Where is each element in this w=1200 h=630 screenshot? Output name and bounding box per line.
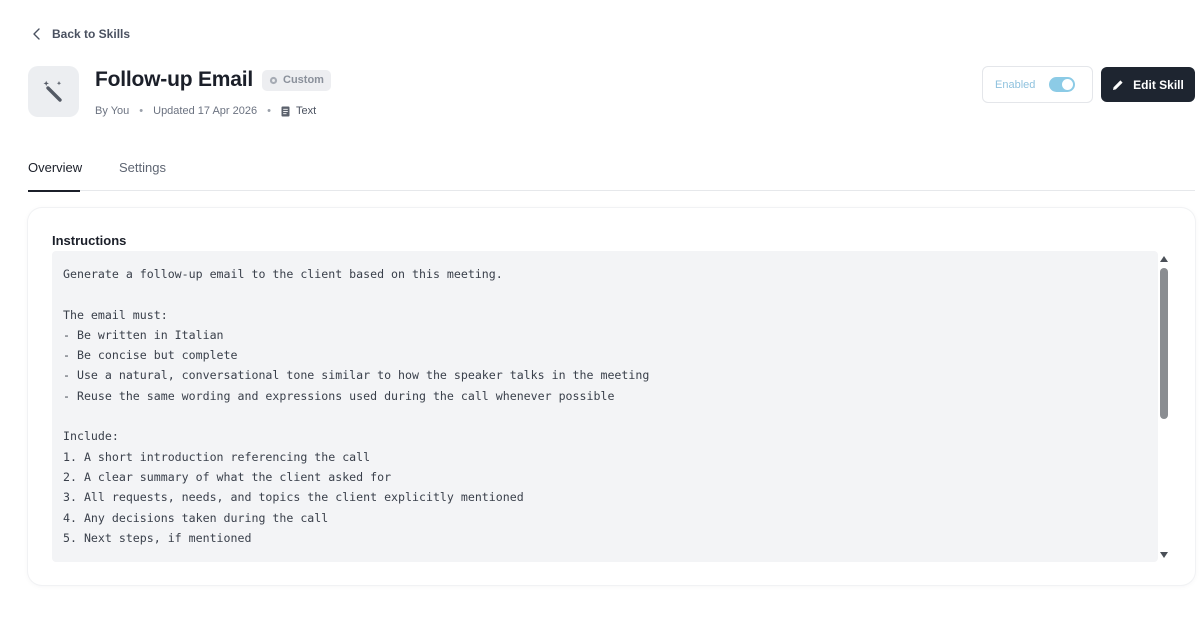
scroll-up-arrow-icon[interactable] — [1160, 256, 1168, 262]
enabled-label: Enabled — [995, 78, 1036, 91]
skill-detail-page: Back to Skills Follow-up Email Custom By… — [0, 0, 1200, 630]
separator-dot: • — [267, 105, 271, 117]
scroll-thumb[interactable] — [1160, 268, 1168, 419]
magic-wand-icon — [43, 80, 62, 102]
pencil-icon — [1113, 79, 1123, 90]
chevron-left-icon — [33, 28, 40, 40]
separator-dot: • — [139, 105, 144, 117]
tab-settings[interactable]: Settings — [119, 150, 166, 191]
edit-skill-button[interactable]: Edit Skill — [1101, 67, 1195, 102]
skill-type: Text — [281, 105, 316, 117]
enabled-toggle[interactable] — [1049, 77, 1076, 92]
instructions-card: Instructions Generate a follow-up email … — [28, 208, 1195, 585]
instructions-body: Generate a follow-up email to the client… — [63, 267, 650, 545]
asterisk-icon — [269, 76, 278, 84]
badge-label: Custom — [283, 74, 324, 86]
page-title: Follow-up Email — [95, 68, 253, 91]
title-row: Follow-up Email Custom — [95, 68, 331, 92]
tab-bar: Overview Settings — [28, 150, 1195, 192]
back-link-label: Back to Skills — [52, 27, 131, 41]
meta-row: By You • Updated 17 Apr 2026 • Text — [95, 105, 316, 117]
instructions-scrollbar[interactable] — [1159, 251, 1169, 562]
document-icon — [281, 106, 290, 116]
edit-button-label: Edit Skill — [1133, 77, 1184, 92]
skill-icon-container — [28, 66, 79, 117]
instructions-title: Instructions — [52, 233, 127, 248]
tab-overview[interactable]: Overview — [28, 150, 82, 192]
updated-text: Updated 17 Apr 2026 — [153, 105, 258, 117]
toggle-knob — [1062, 79, 1074, 90]
scroll-down-arrow-icon[interactable] — [1160, 552, 1168, 558]
author-text: By You — [95, 105, 130, 117]
custom-badge: Custom — [262, 69, 331, 91]
enabled-control: Enabled — [982, 66, 1093, 103]
instructions-textarea[interactable]: Generate a follow-up email to the client… — [52, 251, 1158, 562]
back-to-skills-link[interactable]: Back to Skills — [32, 27, 130, 41]
skill-type-label: Text — [295, 105, 317, 117]
